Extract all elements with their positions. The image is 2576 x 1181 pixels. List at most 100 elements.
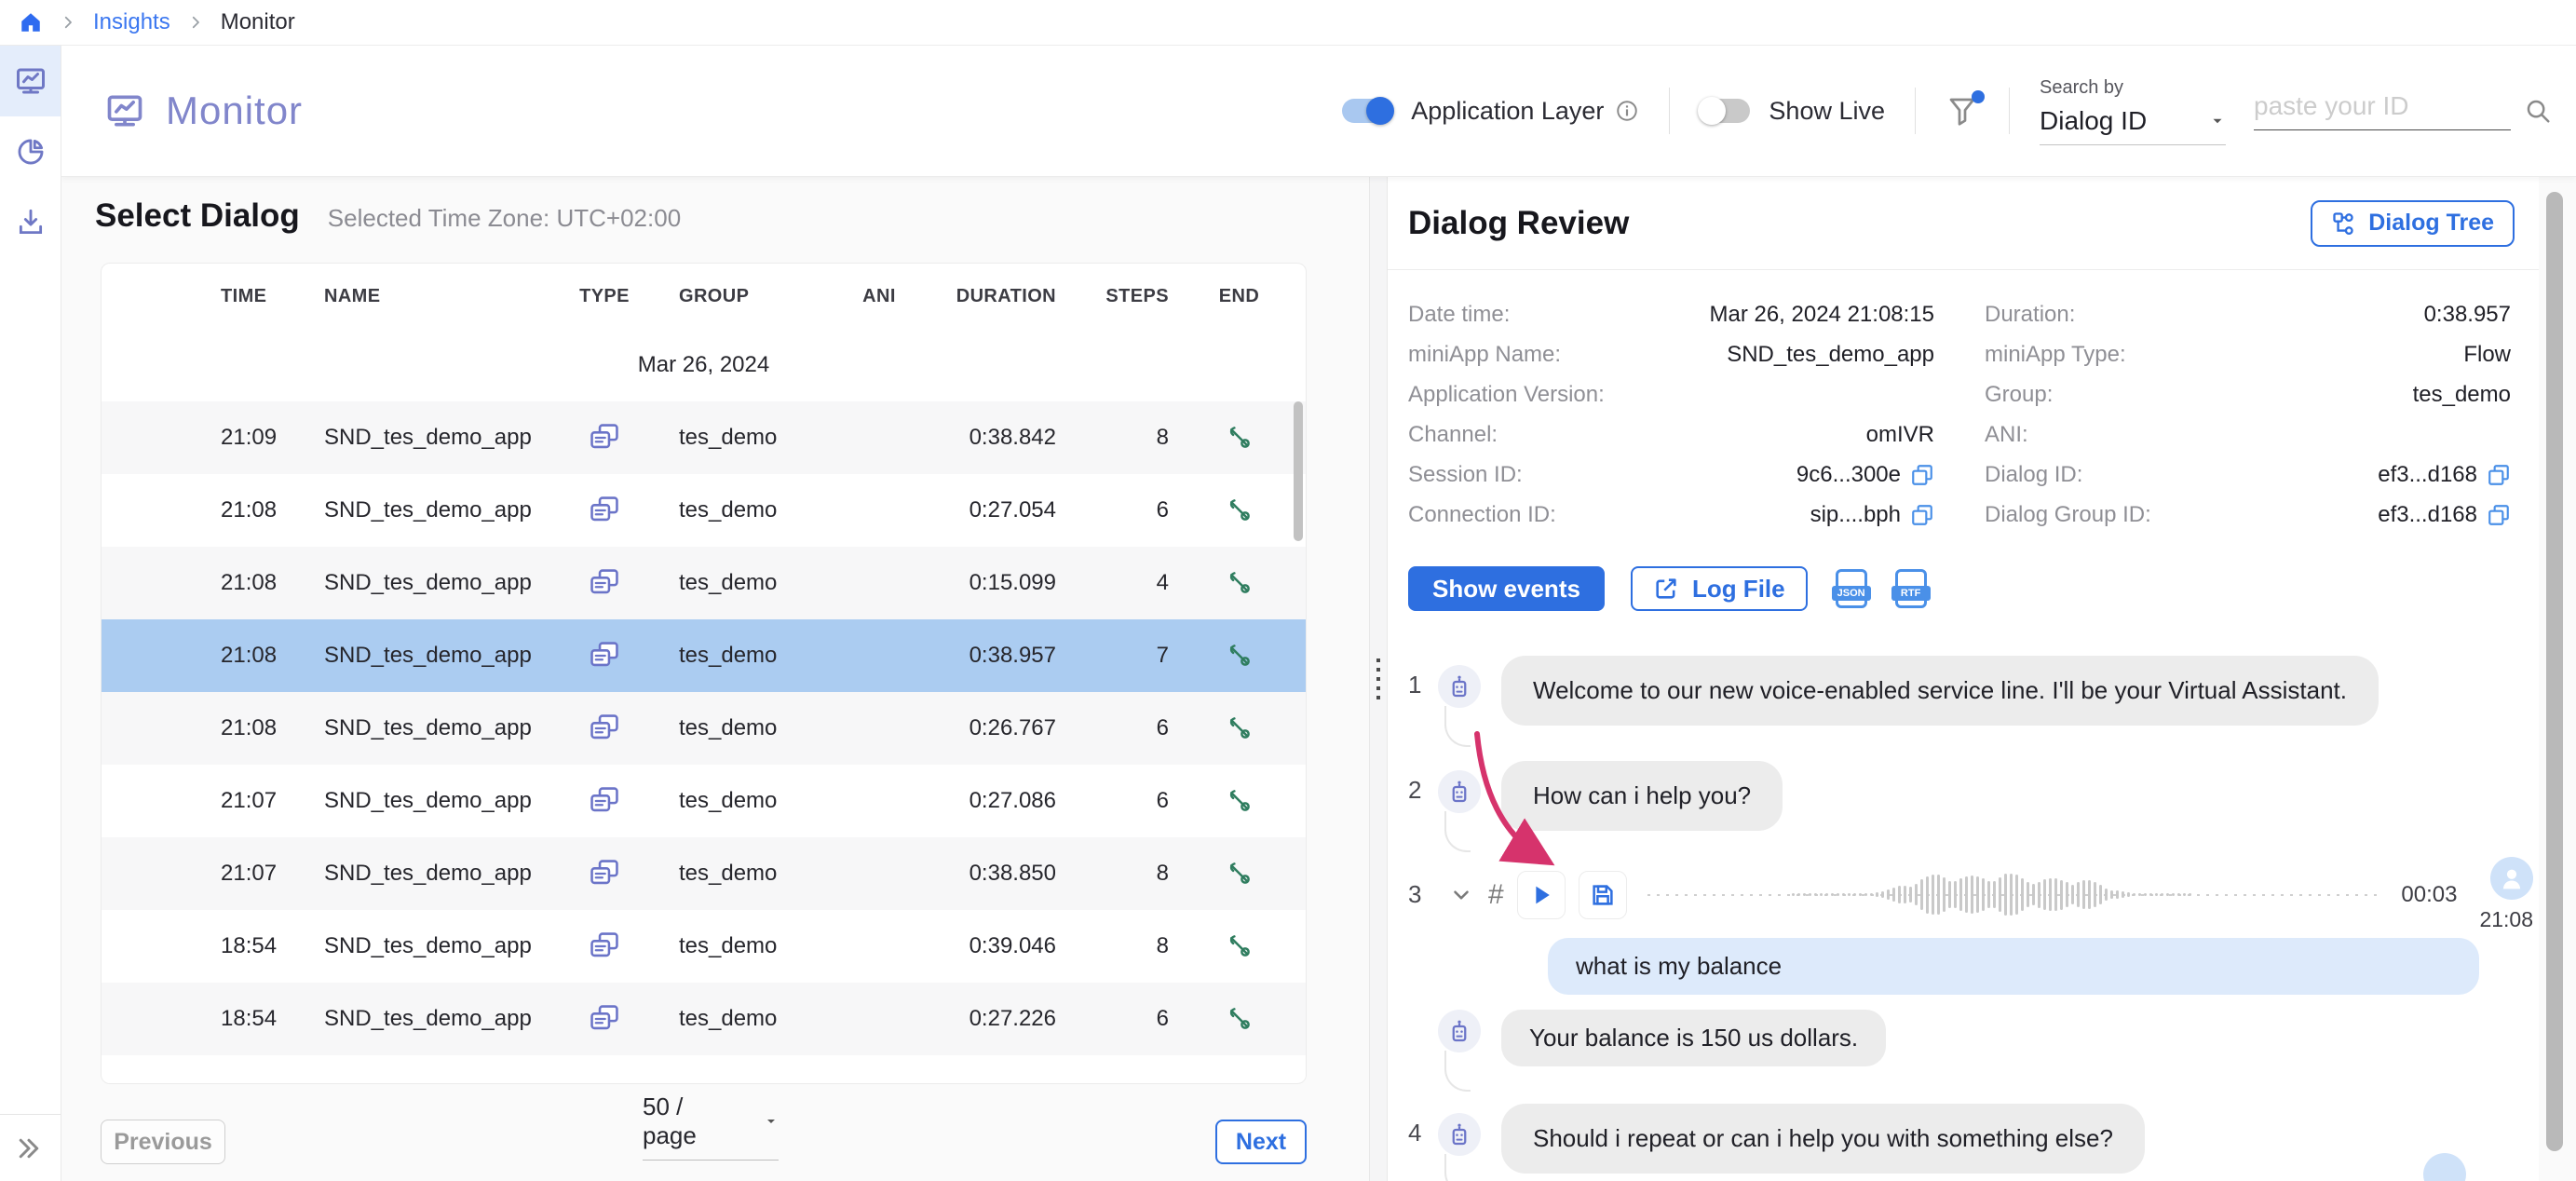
cell-time: 21:08 [221,715,278,740]
table-row-selected[interactable]: 21:08 SND_tes_demo_app tes_demo 0:38.957… [102,619,1306,692]
expand-chevron-icon[interactable] [102,498,135,523]
meta-miniapp-name: miniApp Name: SND_tes_demo_app [1408,341,1934,367]
sidebar-item-downloads[interactable] [0,187,61,258]
transcript-item: 2 How can i help you? [1408,761,2539,852]
cell-group: tes_demo [679,788,778,813]
table-row[interactable]: 21:08 SND_tes_demo_app tes_demo 0:26.767… [102,692,1306,765]
page-title: Monitor [166,88,304,132]
dialog-tree-label: Dialog Tree [2368,210,2494,236]
waveform-bars [1779,869,2204,921]
export-json-button[interactable]: JSON [1831,569,1871,608]
collapse-chevron-icon[interactable] [1449,883,1473,907]
cell-group: tes_demo [679,570,778,595]
cell-steps: 8 [1156,861,1169,886]
table-header-row: TIME NAME TYPE GROUP ANI DURATION STEPS … [102,264,1306,329]
application-layer-toggle[interactable] [1342,97,1395,125]
next-page-button[interactable]: Next [1215,1120,1307,1164]
copy-icon[interactable] [2487,463,2511,487]
hash-icon[interactable]: # [1488,879,1504,911]
export-rtf-button[interactable]: RTF [1891,569,1931,608]
message-time: 21:08 [2479,907,2533,931]
filter-button[interactable] [1946,90,1985,128]
id-search-group [2254,91,2552,130]
search-by-label: Search by [2040,76,2124,98]
cell-duration: 0:38.842 [969,425,1056,450]
previous-page-button[interactable]: Previous [101,1120,225,1164]
table-row[interactable]: 18:54 SND_tes_demo_app tes_demo 0:27.226… [102,983,1306,1055]
sidebar-item-monitor[interactable] [0,46,61,116]
expand-chevron-icon[interactable] [102,934,135,958]
info-icon[interactable] [1615,99,1639,123]
copy-icon[interactable] [1910,463,1934,487]
cell-name: SND_tes_demo_app [324,861,532,886]
table-row[interactable]: 18:54 SND_tes_demo_app tes_demo 0:39.046… [102,910,1306,983]
search-by-select[interactable]: Dialog ID [2040,106,2226,145]
dialog-type-icon [589,422,620,454]
panel-resizer-handle[interactable] [1369,177,1388,1181]
meta-dialog-group-id: Dialog Group ID: ef3...d168 [1985,495,2511,535]
expand-chevron-icon[interactable] [102,716,135,740]
col-group: GROUP [679,285,750,306]
show-live-toggle[interactable] [1698,97,1751,125]
expand-chevron-icon[interactable] [102,571,135,595]
call-end-icon [1226,569,1254,597]
page-size-value: 50 / page [643,1093,697,1149]
table-scrollbar[interactable] [1294,401,1303,541]
log-file-button[interactable]: Log File [1630,566,1808,611]
panel-title: Select Dialog [95,197,300,234]
copy-icon[interactable] [2487,503,2511,527]
bot-reply-row: Your balance is 150 us dollars. [1438,1010,2539,1092]
dialog-type-icon [589,495,620,526]
expand-chevron-icon[interactable] [102,1007,135,1031]
sidebar-item-reports[interactable] [0,116,61,187]
rtf-badge: RTF [1891,586,1931,601]
table-row[interactable]: 21:08 SND_tes_demo_app tes_demo 0:15.099… [102,547,1306,619]
table-row[interactable]: 21:09 SND_tes_demo_app tes_demo 0:38.842… [102,401,1306,474]
save-audio-button[interactable] [1578,870,1627,919]
col-end: END [1218,285,1260,306]
step-number: 3 [1408,880,1422,908]
chevron-right-icon [187,14,204,31]
meta-date-time: Date time: Mar 26, 2024 21:08:15 [1408,301,1934,327]
table-row[interactable]: 21:07 SND_tes_demo_app tes_demo 0:27.086… [102,765,1306,837]
cell-name: SND_tes_demo_app [324,643,532,668]
breadcrumb-link-insights[interactable]: Insights [93,9,170,35]
cell-name: SND_tes_demo_app [324,933,532,958]
meta-connection-id: Connection ID: sip....bph [1408,495,1934,535]
expand-chevron-icon[interactable] [102,644,135,668]
table-row[interactable]: 21:07 SND_tes_demo_app tes_demo 0:38.850… [102,837,1306,910]
monitor-chart-icon [14,64,47,98]
cell-steps: 6 [1156,497,1169,523]
table-row[interactable]: 21:08 SND_tes_demo_app tes_demo 0:27.054… [102,474,1306,547]
audio-waveform[interactable] [1647,869,2381,921]
dialog-type-icon [589,713,620,744]
dialog-tree-button[interactable]: Dialog Tree [2311,199,2515,247]
search-icon[interactable] [2524,97,2552,125]
cell-steps: 8 [1156,933,1169,958]
double-chevron-right-icon[interactable] [15,1134,43,1162]
cell-time: 21:08 [221,570,278,595]
play-audio-button[interactable] [1516,870,1566,919]
cell-name: SND_tes_demo_app [324,497,532,523]
search-input[interactable] [2254,91,2511,130]
divider [2009,88,2010,134]
expand-chevron-icon[interactable] [102,426,135,450]
cell-time: 18:54 [221,933,278,958]
person-icon [2496,862,2528,894]
page-scrollbar-thumb[interactable] [2546,192,2563,1151]
bot-message-bubble: Your balance is 150 us dollars. [1501,1010,1887,1066]
page-scrollbar[interactable] [2546,177,2563,1181]
step-number: 4 [1408,1119,1422,1147]
cell-duration: 0:27.054 [969,497,1056,523]
expand-chevron-icon[interactable] [102,862,135,886]
cell-group: tes_demo [679,715,778,740]
home-icon[interactable] [19,10,43,34]
page-size-select[interactable]: 50 / page [643,1093,779,1161]
expand-chevron-icon[interactable] [102,789,135,813]
copy-icon[interactable] [1910,503,1934,527]
cell-group: tes_demo [679,933,778,958]
show-events-button[interactable]: Show events [1408,566,1605,611]
show-live-label: Show Live [1769,96,1885,125]
call-end-icon [1226,932,1254,960]
audio-duration: 00:03 [2401,881,2458,907]
